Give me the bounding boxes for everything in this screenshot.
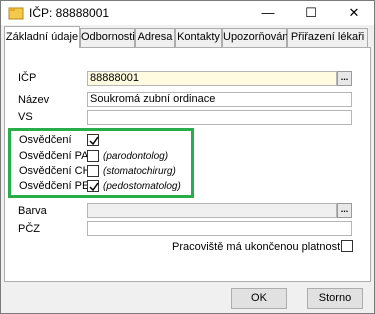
check-icon [89,136,99,146]
icp-field[interactable]: 88888001 [87,71,337,86]
maximize-button[interactable]: ☐ [291,1,331,25]
osvedceni-checkbox[interactable] [87,134,99,146]
dialog-window: IČP: 88888001 — ☐ ✕ Základní údaje Odbor… [0,0,375,314]
nazev-value: Soukromá zubní ordinace [90,93,216,105]
tab-label: Adresa [137,31,173,43]
cancel-button[interactable]: Storno [307,288,363,309]
tab-kontakty[interactable]: Kontakty [175,28,222,47]
nazev-field[interactable]: Soukromá zubní ordinace [87,92,352,107]
osvedceni-ch-hint: (stomatochirurg) [103,166,176,177]
tab-upozornovani[interactable]: Upozorňování [222,28,292,47]
tab-label: Kontakty [177,31,220,43]
tab-adresa[interactable]: Adresa [135,28,175,47]
pcz-field[interactable] [87,221,352,236]
ok-button[interactable]: OK [231,288,287,309]
osvedceni-pa-hint: (parodontolog) [103,151,169,162]
osvedceni-ch-checkbox[interactable] [87,165,99,177]
osvedceni-pe-label: Osvědčení PE [19,180,90,192]
ukoncena-label: Pracoviště má ukončenou platnost [172,241,341,253]
osvedceni-pa-checkbox[interactable] [87,150,99,162]
tab-label: Odbornosti [81,31,135,43]
window-title: IČP: 88888001 [29,6,110,20]
tab-label: Základní údaje [5,31,79,43]
tab-odbornosti[interactable]: Odbornosti [80,28,135,47]
vs-field[interactable] [87,110,352,125]
check-icon [89,182,99,192]
tab-label: Upozorňování [223,31,292,43]
barva-label: Barva [18,205,47,217]
osvedceni-label: Osvědčení [19,134,72,146]
tab-label: Přiřazení lékaři [290,31,365,43]
osvedceni-pa-label: Osvědčení PA [19,150,89,162]
icp-value: 88888001 [90,72,139,84]
icp-label: IČP [18,72,37,84]
tab-prirazeni-lekari[interactable]: Přiřazení lékaři [287,28,368,47]
minimize-button[interactable]: — [248,1,288,25]
ukoncena-checkbox[interactable] [341,240,353,252]
osvedceni-pe-hint: (pedostomatolog) [103,181,181,192]
title-bar: IČP: 88888001 — ☐ ✕ [1,1,374,25]
nazev-label: Název [18,94,50,106]
close-button[interactable]: ✕ [334,1,374,25]
app-icon [8,7,24,20]
osvedceni-ch-label: Osvědčení CH [19,165,91,177]
barva-field[interactable] [87,203,337,218]
barva-browse-button[interactable]: ... [337,203,352,218]
tab-zakladni-udaje[interactable]: Základní údaje [4,26,80,48]
icp-browse-button[interactable]: ... [337,71,352,86]
osvedceni-pe-checkbox[interactable] [87,180,99,192]
vs-label: VS [18,111,33,123]
pcz-label: PČZ [18,223,40,235]
